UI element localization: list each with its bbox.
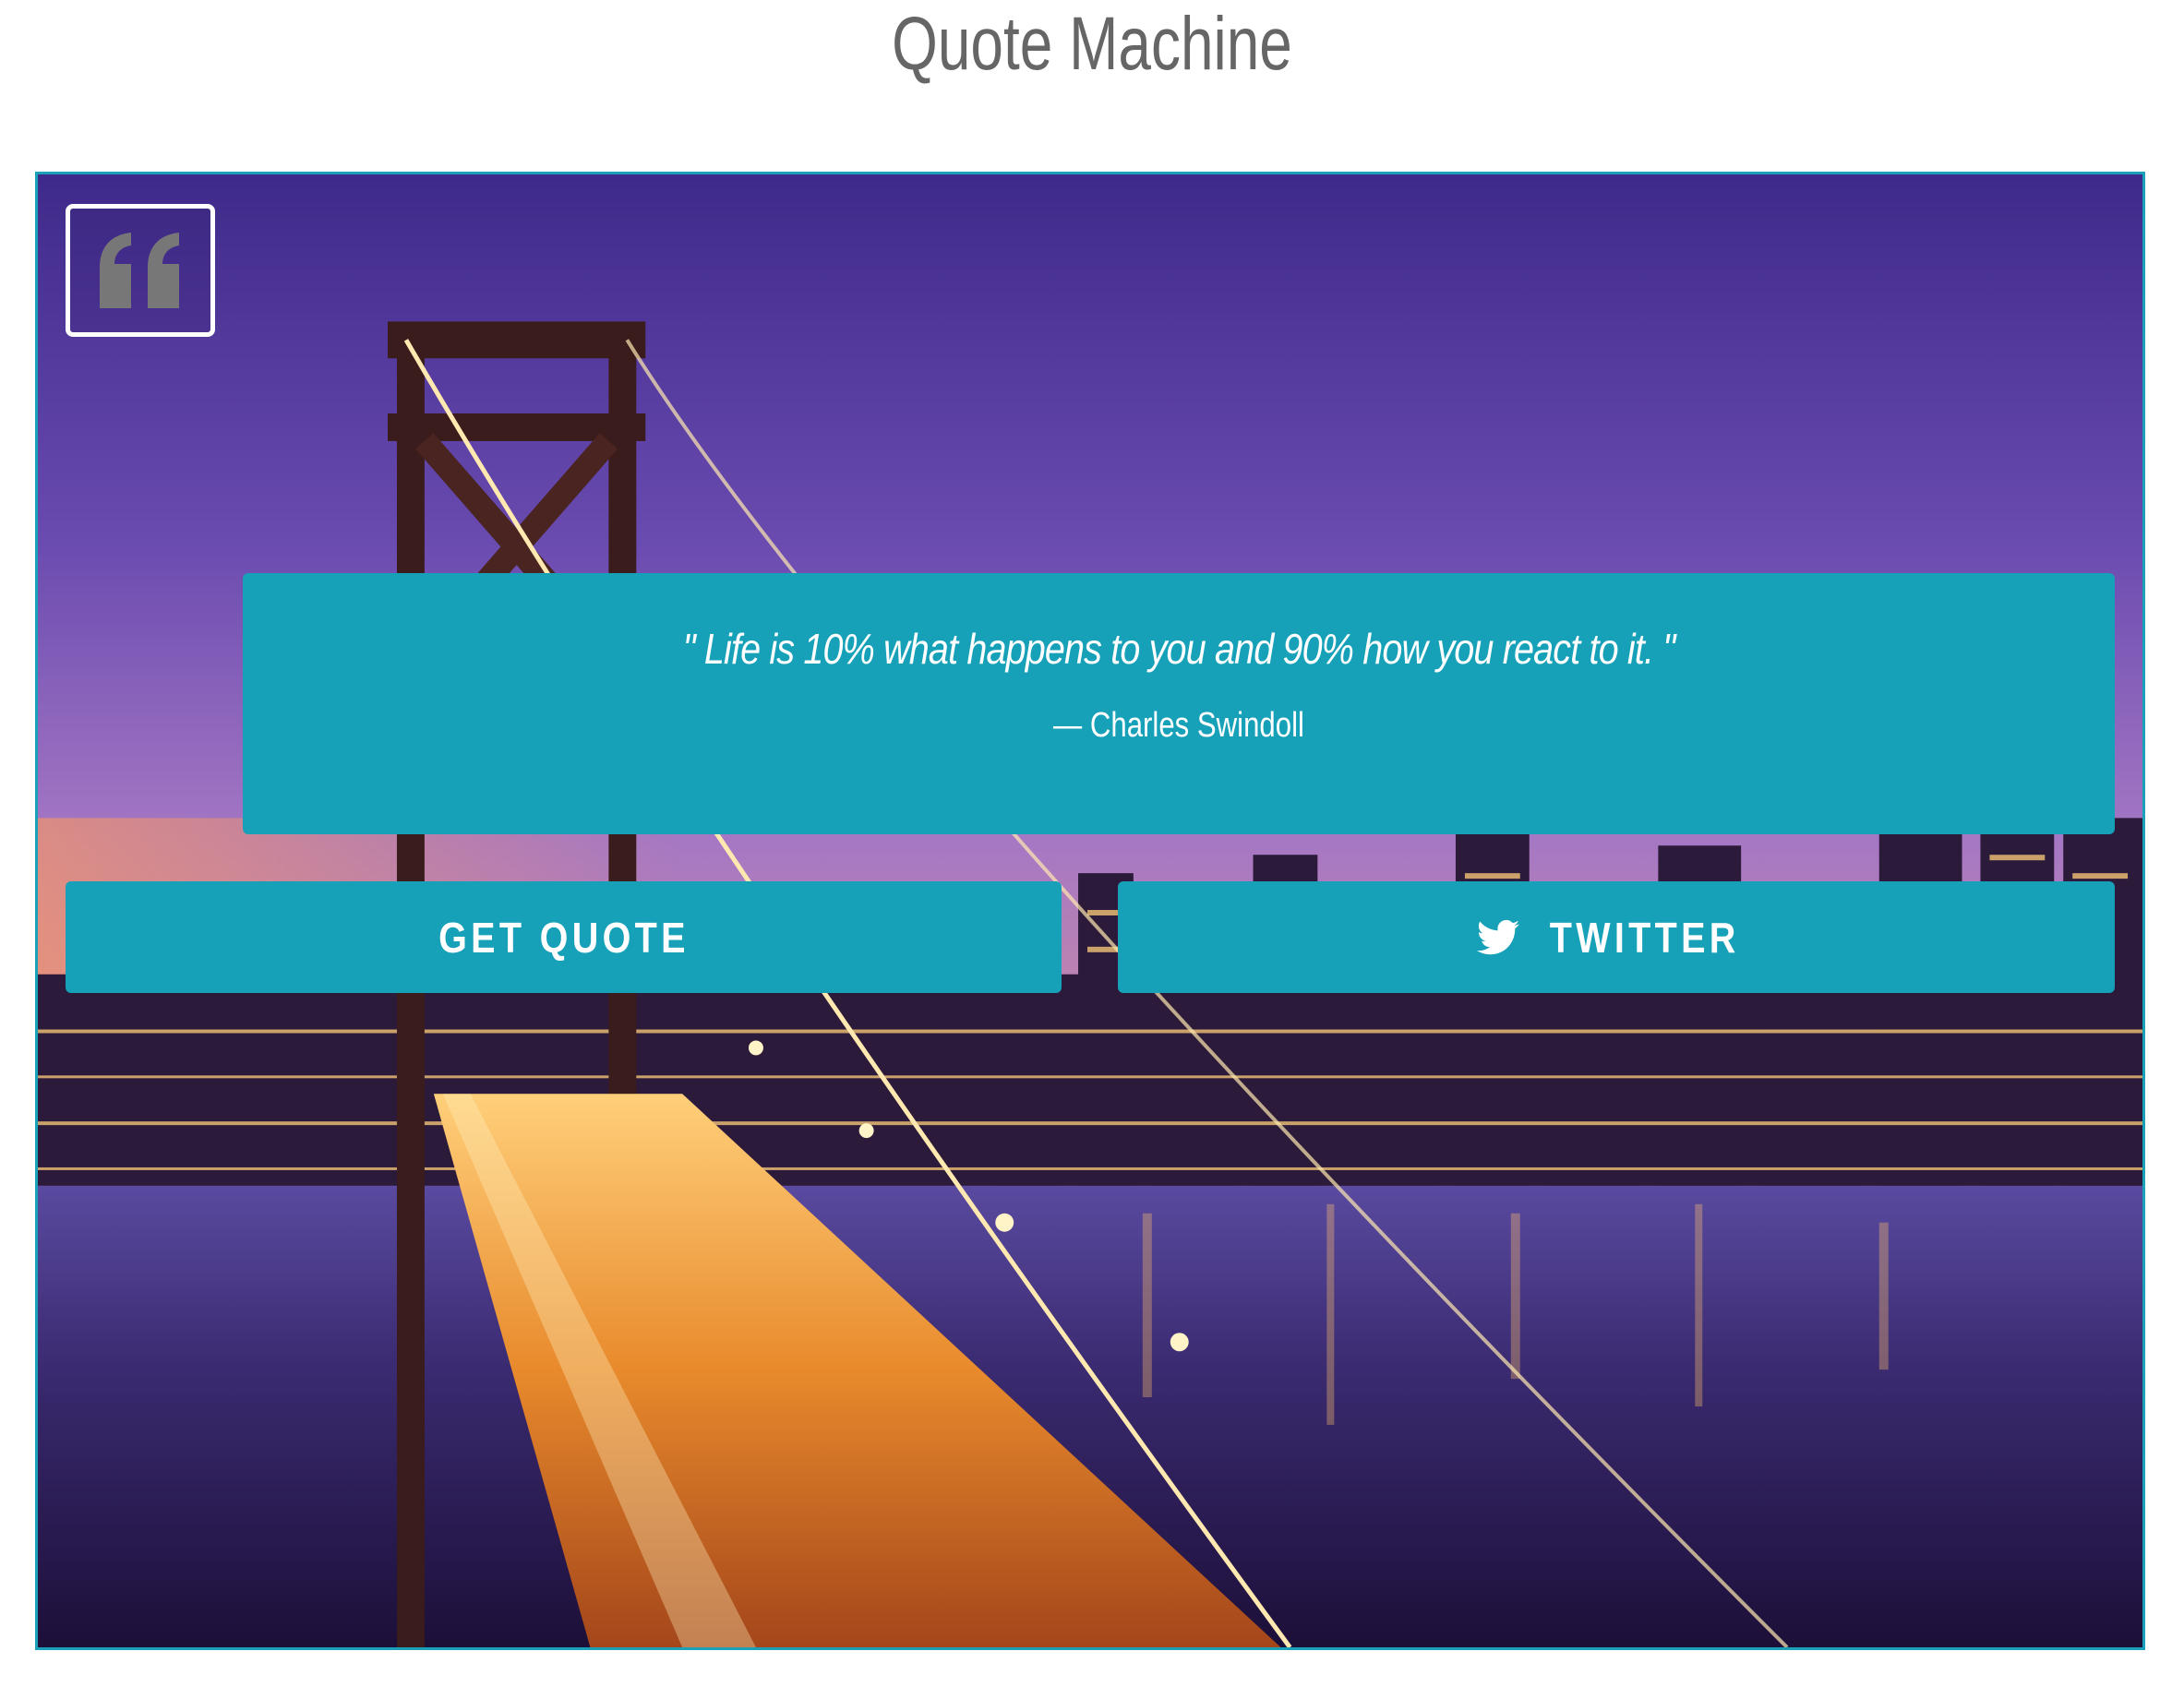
get-quote-label: GET QUOTE — [438, 913, 690, 962]
quote-author: — Charles Swindoll — [1053, 706, 1304, 745]
quote-text: " Life is 10% what happens to you and 90… — [682, 625, 1676, 673]
get-quote-button[interactable]: GET QUOTE — [66, 881, 1062, 993]
page-title: Quote Machine — [892, 2, 1292, 86]
quote-icon-box — [66, 204, 215, 337]
quote-left-icon — [100, 233, 179, 308]
quote-panel: " Life is 10% what happens to you and 90… — [243, 573, 2115, 834]
twitter-button[interactable]: TWITTER — [1118, 881, 2115, 993]
twitter-bird-icon — [1477, 919, 1520, 954]
twitter-label: TWITTER — [1550, 913, 1740, 962]
